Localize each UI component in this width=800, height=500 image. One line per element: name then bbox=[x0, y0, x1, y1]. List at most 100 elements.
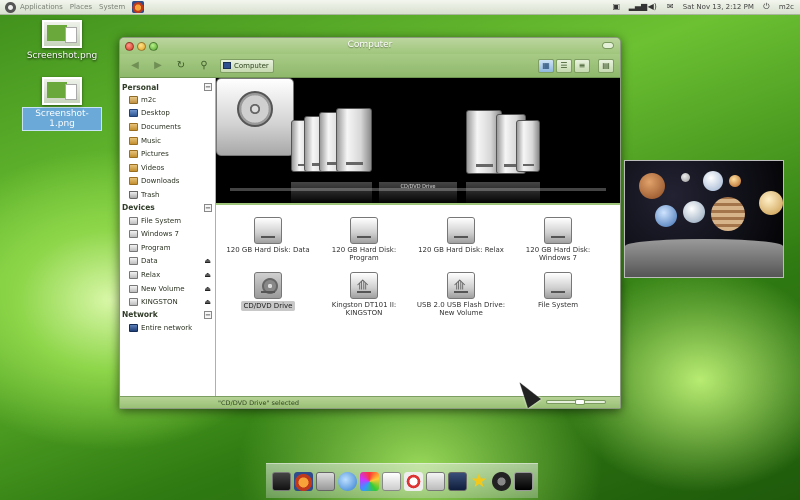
disc-icon bbox=[237, 91, 273, 127]
zoom-slider[interactable] bbox=[546, 399, 606, 405]
maximize-button[interactable] bbox=[149, 41, 158, 51]
firefox-launcher-icon[interactable] bbox=[132, 1, 145, 13]
camera-icon[interactable] bbox=[491, 471, 511, 491]
planet bbox=[759, 191, 783, 215]
desktop-file-label: Screenshot-1.png bbox=[22, 107, 102, 131]
sidebar-item-desktop[interactable]: Desktop bbox=[120, 107, 215, 121]
sidebar-item-trash[interactable]: Trash bbox=[120, 188, 215, 202]
signal-icon[interactable]: ▂▄▆ bbox=[629, 2, 647, 12]
device-banner: CD/DVD Drive bbox=[216, 78, 620, 205]
usb-drive-icon bbox=[350, 272, 378, 299]
sidebar-section-personal[interactable]: Personal − bbox=[120, 81, 215, 93]
screenshot-icon[interactable] bbox=[513, 471, 533, 491]
sidebar-item-kingston[interactable]: KINGSTON ⏏ bbox=[120, 295, 215, 309]
item-kingston-usb[interactable]: Kingston DT101 II: KINGSTON bbox=[316, 272, 412, 317]
close-button[interactable] bbox=[125, 41, 134, 51]
item-dvd-drive[interactable]: CD/DVD Drive bbox=[220, 272, 316, 311]
compact-view-button[interactable]: ≡ bbox=[574, 58, 590, 73]
collapse-icon[interactable]: − bbox=[204, 310, 212, 319]
eject-icon[interactable]: ⏏ bbox=[204, 257, 211, 265]
section-title: Network bbox=[122, 310, 158, 320]
text-editor-icon[interactable] bbox=[381, 471, 401, 491]
sidebar-item-documents[interactable]: Documents bbox=[120, 120, 215, 134]
forward-button[interactable]: ▶ bbox=[149, 58, 167, 74]
top-panel: Applications Places System ▣ ▂▄▆ ◀) ✉ Sa… bbox=[0, 0, 800, 15]
reflection bbox=[291, 182, 372, 203]
sidebar-item-program[interactable]: Program bbox=[120, 241, 215, 255]
item-data-disk[interactable]: 120 GB Hard Disk: Data bbox=[220, 217, 316, 254]
title-bar[interactable]: Computer bbox=[120, 38, 620, 54]
dvd-drive-icon bbox=[254, 272, 282, 299]
minimize-button[interactable] bbox=[137, 41, 146, 51]
item-windows7-disk[interactable]: 120 GB Hard Disk: Windows 7 bbox=[510, 217, 606, 262]
item-flash-usb[interactable]: USB 2.0 USB Flash Drive: New Volume bbox=[413, 272, 509, 317]
terminal-icon[interactable] bbox=[271, 471, 291, 491]
desktop-file-screenshot-1[interactable]: Screenshot-1.png bbox=[22, 77, 102, 131]
collapse-icon[interactable]: − bbox=[204, 83, 212, 91]
search-button[interactable]: ⚲ bbox=[195, 58, 213, 74]
sidebar-item-new-volume[interactable]: New Volume ⏏ bbox=[120, 282, 215, 296]
list-view-button[interactable]: ☰ bbox=[556, 58, 572, 73]
item-file-system[interactable]: File System bbox=[510, 272, 606, 309]
sidebar-section-network[interactable]: Network − bbox=[120, 309, 215, 321]
volume-icon[interactable]: ◀) bbox=[647, 2, 658, 12]
firefox-icon[interactable] bbox=[293, 471, 313, 491]
sidebar-item-label: Documents bbox=[141, 122, 181, 131]
planet bbox=[681, 173, 690, 182]
menu-places[interactable]: Places bbox=[70, 3, 92, 11]
menu-applications[interactable]: Applications bbox=[20, 3, 63, 11]
eject-icon[interactable]: ⏏ bbox=[204, 271, 211, 279]
monitor-icon[interactable] bbox=[447, 471, 467, 491]
menu-system[interactable]: System bbox=[99, 3, 125, 11]
sidebar-item-label: Relax bbox=[141, 270, 161, 279]
sidebar-item-downloads[interactable]: Downloads bbox=[120, 175, 215, 189]
sidebar-item-windows-7[interactable]: Windows 7 bbox=[120, 227, 215, 241]
image-viewer-icon[interactable] bbox=[359, 471, 379, 491]
sidebar-item-home[interactable]: m2c bbox=[120, 93, 215, 107]
item-label: 120 GB Hard Disk: Data bbox=[226, 246, 310, 254]
desktop-icon bbox=[129, 109, 138, 118]
clock[interactable]: Sat Nov 13, 2:12 PM bbox=[683, 3, 754, 11]
calculator-icon[interactable] bbox=[315, 471, 335, 491]
sidebar-item-videos[interactable]: Videos bbox=[120, 161, 215, 175]
chat-icon[interactable] bbox=[337, 471, 357, 491]
drive-icon bbox=[129, 257, 138, 266]
status-bar: "CD/DVD Drive" selected bbox=[120, 396, 620, 408]
power-icon[interactable]: ⏻ bbox=[761, 2, 772, 12]
sidebar-item-relax[interactable]: Relax ⏏ bbox=[120, 268, 215, 282]
toolbar: ◀ ▶ ↻ ⚲ Computer ▦ ☰ ≡ ▤ bbox=[120, 54, 620, 78]
sidebar-item-music[interactable]: Music bbox=[120, 134, 215, 148]
eject-icon[interactable]: ⏏ bbox=[204, 285, 211, 293]
eject-icon[interactable]: ⏏ bbox=[204, 298, 211, 306]
sidebar-item-file-system[interactable]: File System bbox=[120, 214, 215, 228]
drive-icon bbox=[129, 298, 138, 307]
sidebar-toggle-button[interactable]: ▤ bbox=[598, 58, 614, 73]
desktop-file-screenshot[interactable]: Screenshot.png bbox=[22, 20, 102, 62]
icon-view-button[interactable]: ▦ bbox=[538, 58, 554, 73]
hard-disk-icon bbox=[544, 217, 572, 244]
zoom-slider-thumb[interactable] bbox=[575, 399, 585, 405]
folder-icon bbox=[129, 122, 138, 131]
section-title: Devices bbox=[122, 203, 155, 213]
mail-icon[interactable]: ✉ bbox=[665, 2, 676, 12]
screenshot-tray-icon[interactable]: ▣ bbox=[611, 2, 622, 12]
sidebar-section-devices[interactable]: Devices − bbox=[120, 202, 215, 214]
debian-icon[interactable] bbox=[403, 471, 423, 491]
gnome-foot-icon[interactable] bbox=[5, 1, 16, 13]
sidebar-item-data[interactable]: Data ⏏ bbox=[120, 255, 215, 269]
window-menu-handle[interactable] bbox=[602, 42, 614, 49]
star-icon[interactable]: ★ bbox=[470, 471, 489, 491]
status-text: "CD/DVD Drive" selected bbox=[218, 398, 299, 407]
reload-button[interactable]: ↻ bbox=[172, 58, 190, 74]
item-program-disk[interactable]: 120 GB Hard Disk: Program bbox=[316, 217, 412, 262]
back-button[interactable]: ◀ bbox=[126, 58, 144, 74]
banner-label: CD/DVD Drive bbox=[400, 184, 436, 190]
document-icon[interactable] bbox=[425, 471, 445, 491]
sidebar-item-pictures[interactable]: Pictures bbox=[120, 147, 215, 161]
sidebar-item-entire-network[interactable]: Entire network bbox=[120, 321, 215, 335]
location-breadcrumb[interactable]: Computer bbox=[220, 58, 274, 73]
item-relax-disk[interactable]: 120 GB Hard Disk: Relax bbox=[413, 217, 509, 254]
user-name[interactable]: m2c bbox=[779, 3, 794, 11]
reflection bbox=[466, 182, 540, 203]
collapse-icon[interactable]: − bbox=[204, 203, 212, 212]
